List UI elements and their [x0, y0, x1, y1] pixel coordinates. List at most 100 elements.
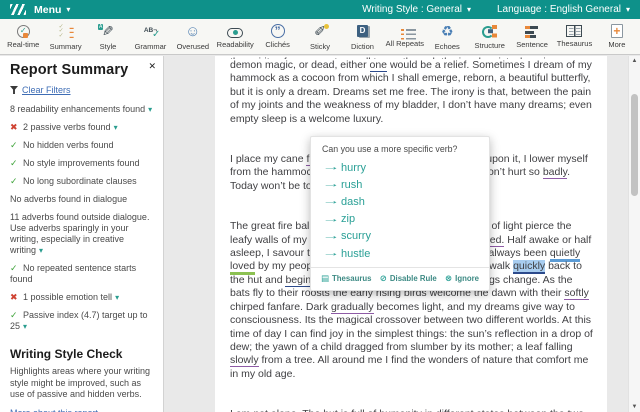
node-graph-icon [481, 24, 499, 39]
toolbar-tab-summary[interactable]: Summary [44, 19, 86, 54]
suggestion-rush[interactable]: rush [311, 176, 489, 193]
check-icon [10, 176, 23, 187]
text-segment: I place my cane [230, 153, 306, 165]
book-icon [321, 273, 329, 284]
check-icon [10, 310, 23, 321]
toolbar-tab-grammar[interactable]: Grammar [129, 19, 171, 54]
toolbar-tab-overused[interactable]: Overused [172, 19, 214, 54]
arrow-right-icon [322, 179, 340, 190]
disable-circle-icon [380, 273, 387, 284]
report-item-passive-verbs[interactable]: 2 passive verbs found [10, 122, 155, 133]
suggestion-popup: Can you use a more specific verb? hurry … [310, 136, 490, 291]
selected-word-quickly[interactable]: quickly [513, 260, 545, 274]
toolbar-tab-thesaurus[interactable]: Thesaurus [553, 19, 595, 54]
suggestion-hustle[interactable]: hustle [311, 245, 489, 262]
app-logo-icon[interactable] [10, 4, 26, 15]
eye-icon [227, 28, 243, 38]
chevron-down-icon [467, 6, 471, 14]
writing-style-check-title: Writing Style Check [10, 347, 155, 361]
highlight-word-one[interactable]: one [370, 59, 388, 72]
arrow-right-icon [322, 162, 340, 173]
expand-caret-icon[interactable] [23, 322, 27, 331]
toolbar-tab-cliches[interactable]: Clichés [256, 19, 298, 54]
page-plus-icon [611, 24, 623, 38]
close-icon[interactable] [148, 61, 156, 72]
text-segment: demon magic, or dead, either [230, 59, 370, 71]
suggestion-zip[interactable]: zip [311, 211, 489, 228]
text-segment: from a tree. All around me I find the wo… [230, 354, 588, 379]
report-item-sentence-starts[interactable]: No repeated sentence starts found [10, 263, 155, 285]
report-item-hidden-verbs[interactable]: No hidden verbs found [10, 140, 155, 151]
disable-rule-button[interactable]: Disable Rule [380, 273, 437, 284]
sketch-face-icon [182, 23, 204, 40]
menu-button[interactable]: Menu [34, 4, 70, 16]
panel-title: Report Summary [10, 62, 155, 78]
toolbar-tab-realtime[interactable]: Real-time [2, 19, 44, 54]
menu-label: Menu [34, 4, 61, 16]
suggestion-dash[interactable]: dash [311, 193, 489, 210]
toolbar-tab-readability[interactable]: Readability [214, 19, 256, 54]
length-bars-icon [525, 26, 539, 38]
more-about-report-link[interactable]: More about this report [10, 408, 98, 412]
expand-caret-icon[interactable] [148, 105, 152, 114]
expand-caret-icon[interactable] [114, 123, 118, 132]
toolbar-tab-sticky[interactable]: Sticky [299, 19, 341, 54]
expand-caret-icon[interactable] [115, 293, 119, 302]
suggestion-hurry[interactable]: hurry [311, 159, 489, 176]
popup-footer: Thesaurus Disable Rule Ignore [311, 267, 489, 290]
highlight-adverb-badly[interactable]: badly [543, 166, 567, 179]
toolbar-tab-structure[interactable]: Structure [468, 19, 510, 54]
writing-style-selector[interactable]: Writing Style : General [362, 4, 471, 15]
scroll-up-icon[interactable] [629, 58, 640, 64]
scroll-down-icon[interactable] [629, 404, 640, 410]
check-icon [10, 263, 23, 274]
recycle-icon [436, 23, 458, 40]
checklist-icon [55, 23, 77, 40]
language-selector[interactable]: Language : English General [497, 4, 630, 15]
report-item-adverbs-dialogue[interactable]: No adverbs found in dialogue [10, 194, 155, 205]
clear-filters-button[interactable]: Clear Filters [10, 85, 155, 95]
cross-icon [10, 122, 23, 133]
report-summary-panel: Report Summary Clear Filters 8 readabili… [0, 56, 164, 412]
expand-caret-icon[interactable] [39, 246, 43, 255]
thesaurus-button[interactable]: Thesaurus [321, 273, 371, 284]
cross-icon [10, 292, 23, 303]
chevron-down-icon [626, 6, 630, 14]
quill-icon [97, 23, 119, 40]
ignore-eye-icon [445, 273, 452, 284]
toolbar-tab-diction[interactable]: Diction [341, 19, 383, 54]
report-item-style-improvements[interactable]: No style improvements found [10, 158, 155, 169]
top-menu-bar: Menu Writing Style : General Language : … [0, 0, 640, 19]
report-item-adverbs-outside[interactable]: 11 adverbs found outside dialogue. Use a… [10, 212, 155, 256]
report-item-readability[interactable]: 8 readability enhancements found [10, 104, 155, 115]
report-item-emotion-tell[interactable]: 1 possible emotion tell [10, 292, 155, 303]
text-segment: chirped fanfare. Dark [230, 301, 331, 313]
abc-check-icon [139, 23, 161, 40]
highlight-adverb-softly[interactable]: softly [564, 287, 589, 300]
report-item-passive-index[interactable]: Passive index (4.7) target up to 25 [10, 310, 155, 332]
paragraph-4: I am not alone. The hut is full of human… [230, 408, 593, 412]
toolbar-tab-sentence[interactable]: Sentence [511, 19, 553, 54]
chevron-down-icon [66, 6, 70, 14]
toolbar-tab-all-repeats[interactable]: All Repeats [384, 19, 426, 54]
bullet-list-icon [398, 26, 412, 37]
arrow-right-icon [322, 196, 340, 207]
writing-style-label: Writing Style : General [362, 4, 462, 15]
filter-funnel-icon [10, 86, 18, 94]
report-item-subordinate-clauses[interactable]: No long subordinate clauses [10, 176, 155, 187]
suggestion-scurry[interactable]: scurry [311, 228, 489, 245]
highlight-adverb-slowly[interactable]: slowly [230, 354, 259, 367]
quote-bubble-icon [271, 24, 285, 38]
scrollbar-thumb[interactable] [631, 94, 638, 196]
highlight-adverb-gradually[interactable]: gradually [331, 301, 374, 314]
arrow-right-icon [322, 214, 340, 225]
check-icon [10, 158, 23, 169]
toolbar-tab-style[interactable]: Style [87, 19, 129, 54]
arrow-right-icon [322, 231, 340, 242]
popup-title: Can you use a more specific verb? [311, 144, 489, 159]
toolbar-tab-echoes[interactable]: Echoes [426, 19, 468, 54]
vertical-scrollbar[interactable] [628, 56, 640, 412]
ignore-button[interactable]: Ignore [445, 273, 479, 284]
arrow-right-icon [322, 248, 340, 259]
toolbar-tab-more[interactable]: More [596, 19, 638, 54]
